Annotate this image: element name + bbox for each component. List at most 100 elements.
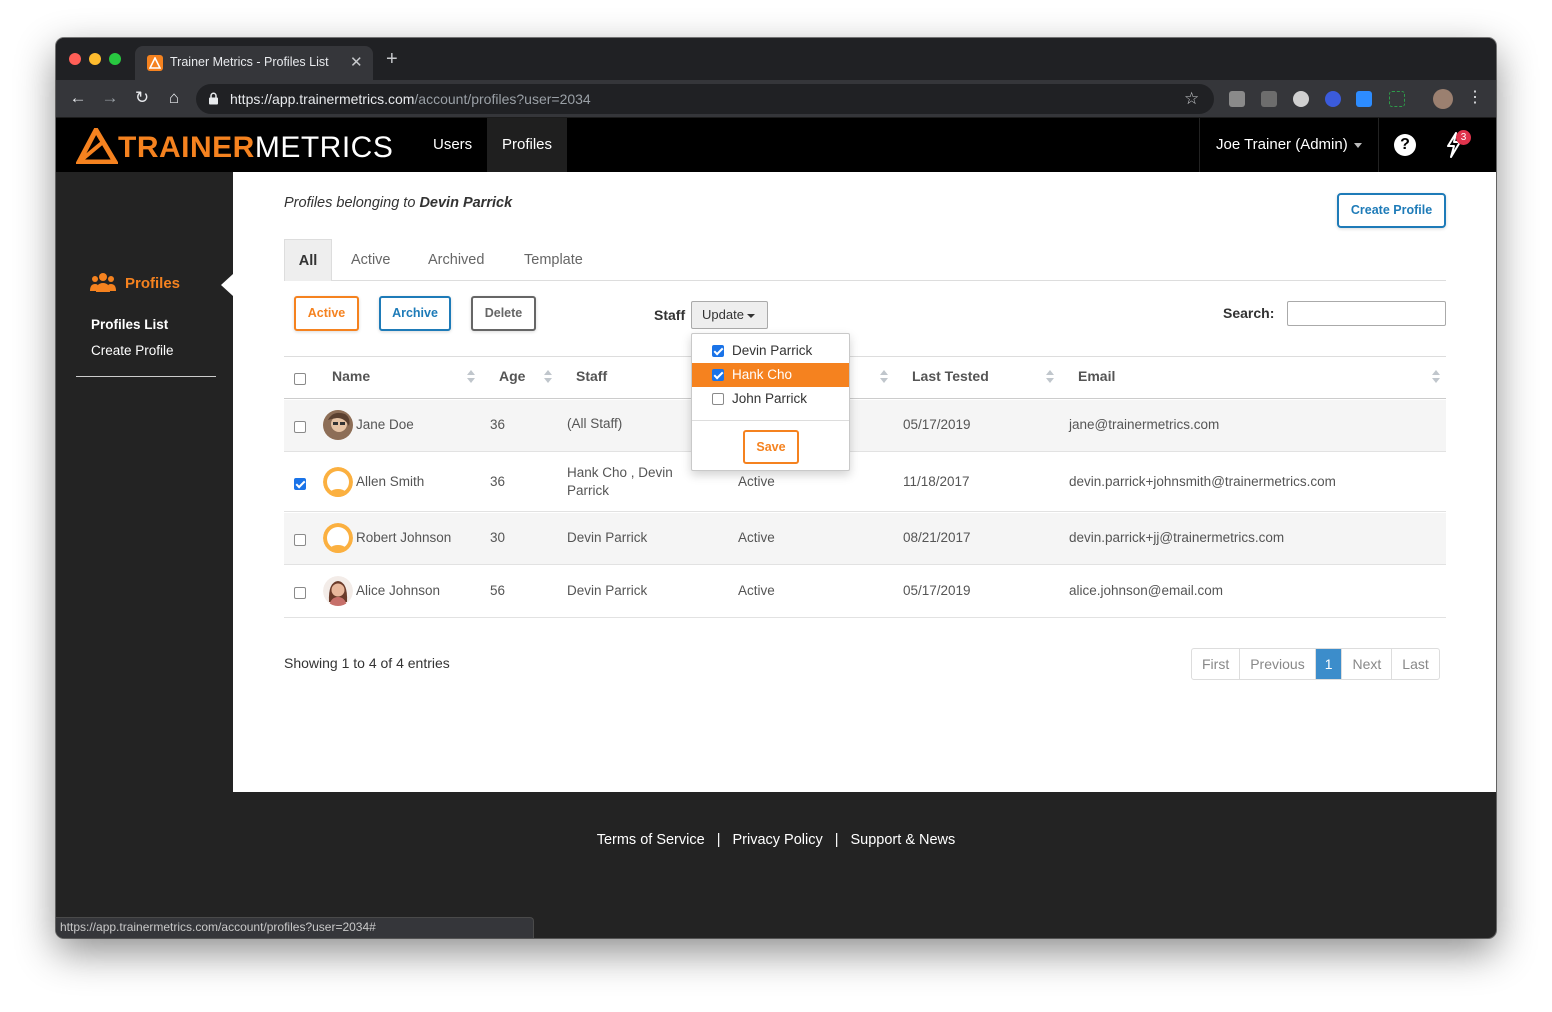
staff-option-devin-parrick[interactable]: Devin Parrick bbox=[692, 339, 849, 363]
sort-icon[interactable] bbox=[1046, 370, 1054, 384]
archive-button[interactable]: Archive bbox=[379, 296, 451, 331]
footer-link-terms[interactable]: Terms of Service bbox=[597, 832, 705, 848]
help-icon[interactable]: ? bbox=[1394, 134, 1416, 156]
minimize-window-button[interactable] bbox=[89, 53, 101, 65]
column-header-last-tested[interactable]: Last Tested bbox=[912, 368, 989, 384]
tab-archived[interactable]: Archived bbox=[428, 239, 484, 281]
browser-status-bar: https://app.trainermetrics.com/account/p… bbox=[56, 917, 534, 938]
extension-circle-icon[interactable] bbox=[1293, 91, 1309, 107]
table-row[interactable]: Allen Smith 36 Hank Cho , Devin Parrick … bbox=[284, 453, 1446, 512]
sidebar-link-create-profile[interactable]: Create Profile bbox=[91, 343, 174, 358]
browser-tab[interactable]: Trainer Metrics - Profiles List ✕ bbox=[135, 46, 373, 80]
pagination-previous[interactable]: Previous bbox=[1240, 649, 1316, 679]
column-header-email[interactable]: Email bbox=[1078, 368, 1115, 384]
sort-icon[interactable] bbox=[1432, 370, 1440, 384]
row-checkbox[interactable] bbox=[294, 421, 306, 433]
maximize-window-button[interactable] bbox=[109, 53, 121, 65]
extension-hubspot-icon[interactable] bbox=[1261, 91, 1277, 107]
tab-title: Trainer Metrics - Profiles List bbox=[170, 55, 329, 69]
cell-name[interactable]: Robert Johnson bbox=[356, 530, 451, 545]
table-header: Name Age Staff Last Tested Email bbox=[284, 356, 1446, 399]
cell-email: devin.parrick+jj@trainermetrics.com bbox=[1069, 530, 1285, 545]
pagination-last[interactable]: Last bbox=[1392, 649, 1438, 679]
footer: Terms of Service | Privacy Policy | Support … bbox=[56, 832, 1496, 848]
cell-status: Active bbox=[738, 474, 775, 489]
cell-staff-line2: Parrick bbox=[567, 483, 610, 498]
cell-name[interactable]: Jane Doe bbox=[356, 417, 414, 432]
staff-option-hank-cho[interactable]: Hank Cho bbox=[692, 363, 849, 387]
sort-icon[interactable] bbox=[544, 370, 552, 384]
cell-age: 30 bbox=[490, 530, 506, 545]
cell-email: jane@trainermetrics.com bbox=[1069, 417, 1220, 432]
extension-shield-icon[interactable] bbox=[1325, 91, 1341, 107]
cell-age: 36 bbox=[490, 417, 506, 432]
extension-screenshot-icon[interactable] bbox=[1389, 91, 1405, 107]
staff-option-checkbox[interactable] bbox=[712, 393, 724, 405]
user-avatar-icon[interactable] bbox=[1433, 89, 1453, 109]
pagination-next[interactable]: Next bbox=[1342, 649, 1393, 679]
sidebar-link-profiles-list[interactable]: Profiles List bbox=[91, 317, 168, 332]
staff-option-checkbox[interactable] bbox=[712, 345, 724, 357]
cell-staff-line1: Hank Cho , Devin bbox=[567, 465, 673, 480]
cell-name[interactable]: Alice Johnson bbox=[356, 583, 440, 598]
cell-name[interactable]: Allen Smith bbox=[356, 474, 424, 489]
cell-email: alice.johnson@email.com bbox=[1069, 583, 1224, 598]
table-row[interactable]: Jane Doe 36 (All Staff) 05/17/2019 jane@… bbox=[284, 400, 1446, 452]
sort-icon[interactable] bbox=[467, 370, 475, 384]
home-icon[interactable]: ⌂ bbox=[164, 88, 184, 108]
row-checkbox[interactable] bbox=[294, 587, 306, 599]
avatar bbox=[323, 410, 353, 440]
tab-all[interactable]: All bbox=[284, 239, 332, 281]
footer-link-support[interactable]: Support & News bbox=[851, 832, 956, 848]
tab-template[interactable]: Template bbox=[524, 239, 583, 281]
extension-zoom-icon[interactable] bbox=[1356, 91, 1372, 107]
search-input[interactable] bbox=[1287, 301, 1446, 326]
row-checkbox[interactable] bbox=[294, 478, 306, 490]
column-header-age[interactable]: Age bbox=[499, 368, 525, 384]
create-profile-button[interactable]: Create Profile bbox=[1337, 193, 1446, 228]
forward-arrow-icon[interactable]: → bbox=[100, 88, 120, 108]
table-row[interactable]: Alice Johnson 56 Devin Parrick Active 05… bbox=[284, 566, 1446, 618]
caret-down-icon bbox=[746, 313, 755, 318]
extension-g-icon[interactable] bbox=[1229, 91, 1245, 107]
sidebar-divider bbox=[76, 376, 216, 377]
sidebar-active-pointer bbox=[221, 274, 233, 296]
lock-icon bbox=[208, 92, 219, 110]
back-arrow-icon[interactable]: ← bbox=[68, 88, 88, 108]
tab-close-icon[interactable]: ✕ bbox=[350, 53, 363, 71]
set-active-button[interactable]: Active bbox=[294, 296, 359, 331]
footer-link-privacy[interactable]: Privacy Policy bbox=[732, 832, 822, 848]
browser-menu-icon[interactable]: ⋮ bbox=[1467, 87, 1483, 107]
cell-last-tested: 05/17/2019 bbox=[903, 583, 971, 598]
user-menu[interactable]: Joe Trainer (Admin) bbox=[1199, 118, 1379, 172]
trainermetrics-favicon-icon bbox=[147, 55, 163, 71]
address-bar[interactable]: https://app.trainermetrics.com/account/p… bbox=[196, 84, 1214, 114]
staff-option-john-parrick[interactable]: John Parrick bbox=[692, 387, 849, 411]
delete-button[interactable]: Delete bbox=[471, 296, 536, 331]
pagination-first[interactable]: First bbox=[1192, 649, 1241, 679]
row-checkbox[interactable] bbox=[294, 534, 306, 546]
cell-staff: (All Staff) bbox=[567, 416, 623, 431]
staff-option-label: Devin Parrick bbox=[732, 343, 813, 358]
bookmark-star-icon[interactable]: ☆ bbox=[1184, 89, 1199, 109]
table-row[interactable]: Robert Johnson 30 Devin Parrick Active 0… bbox=[284, 513, 1446, 565]
sort-icon[interactable] bbox=[880, 370, 888, 384]
nav-users[interactable]: Users bbox=[418, 118, 487, 172]
logo-triangle-icon bbox=[76, 128, 118, 164]
staff-dropdown-menu: Devin Parrick Hank Cho John Parrick Save bbox=[691, 333, 850, 471]
logo-text-metrics: METRICS bbox=[254, 131, 394, 164]
column-header-name[interactable]: Name bbox=[332, 368, 370, 384]
cell-last-tested: 11/18/2017 bbox=[903, 474, 970, 489]
new-tab-icon[interactable]: + bbox=[386, 48, 398, 71]
staff-option-checkbox[interactable] bbox=[712, 369, 724, 381]
nav-profiles[interactable]: Profiles bbox=[487, 118, 568, 172]
close-window-button[interactable] bbox=[69, 53, 81, 65]
reload-icon[interactable]: ↻ bbox=[132, 88, 152, 108]
user-menu-label: Joe Trainer (Admin) bbox=[1216, 136, 1348, 153]
column-header-staff[interactable]: Staff bbox=[576, 368, 607, 384]
select-all-checkbox[interactable] bbox=[294, 373, 306, 385]
pagination-page-current[interactable]: 1 bbox=[1315, 649, 1343, 679]
tab-active[interactable]: Active bbox=[351, 239, 391, 281]
update-staff-button[interactable]: Update bbox=[691, 301, 768, 329]
save-staff-button[interactable]: Save bbox=[743, 430, 799, 464]
